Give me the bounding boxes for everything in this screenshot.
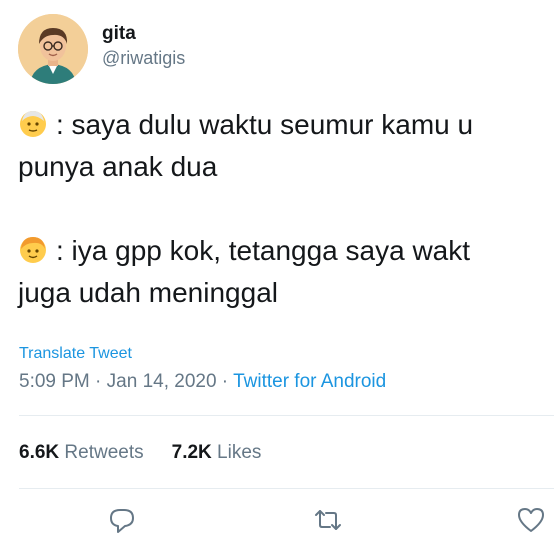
tweet-source-link[interactable]: Twitter for Android <box>233 371 386 392</box>
tweet-time[interactable]: 5:09 PM <box>19 371 90 392</box>
like-icon[interactable] <box>516 505 546 535</box>
tweet-stats: 6.6K Retweets 7.2K Likes <box>19 442 261 464</box>
tweet-paragraph: : saya dulu waktu seumur kamu u punya an… <box>18 104 554 188</box>
tweet-paragraph: : iya gpp kok, tetangga saya wakt juga u… <box>18 230 554 314</box>
meta-separator: · <box>216 371 234 392</box>
tweet-actions <box>0 505 554 541</box>
tweet-date[interactable]: Jan 14, 2020 <box>107 371 217 392</box>
tweet-meta: 5:09 PM · Jan 14, 2020 · Twitter for And… <box>19 371 386 393</box>
divider <box>19 415 554 416</box>
reply-icon[interactable] <box>107 505 137 535</box>
retweets-count: 6.6K <box>19 442 60 463</box>
tweet-line-1: : saya dulu waktu seumur kamu u <box>56 109 474 140</box>
tweet-text: : saya dulu waktu seumur kamu u punya an… <box>18 104 554 314</box>
translate-tweet-link[interactable]: Translate Tweet <box>19 345 132 363</box>
retweet-icon[interactable] <box>313 505 343 535</box>
avatar[interactable] <box>18 14 88 84</box>
user-handle[interactable]: @riwatigis <box>102 46 185 70</box>
avatar-illustration-icon <box>18 14 88 84</box>
display-name[interactable]: gita <box>102 22 185 46</box>
retweets-label: Retweets <box>64 442 144 463</box>
retweets-stat[interactable]: 6.6K Retweets <box>19 442 144 463</box>
old-person-emoji-icon <box>18 108 48 138</box>
likes-stat[interactable]: 7.2K Likes <box>172 442 262 463</box>
tweet-header: gita @riwatigis <box>18 14 185 84</box>
tweet-line-2-continuation: juga udah meninggal <box>18 277 278 308</box>
likes-count: 7.2K <box>171 442 212 463</box>
divider <box>19 488 554 489</box>
child-emoji-icon <box>18 234 48 264</box>
meta-separator: · <box>89 371 107 392</box>
likes-label: Likes <box>217 442 262 463</box>
tweet-line-1-continuation: punya anak dua <box>18 151 218 182</box>
tweet-line-2: : iya gpp kok, tetangga saya wakt <box>56 235 471 266</box>
